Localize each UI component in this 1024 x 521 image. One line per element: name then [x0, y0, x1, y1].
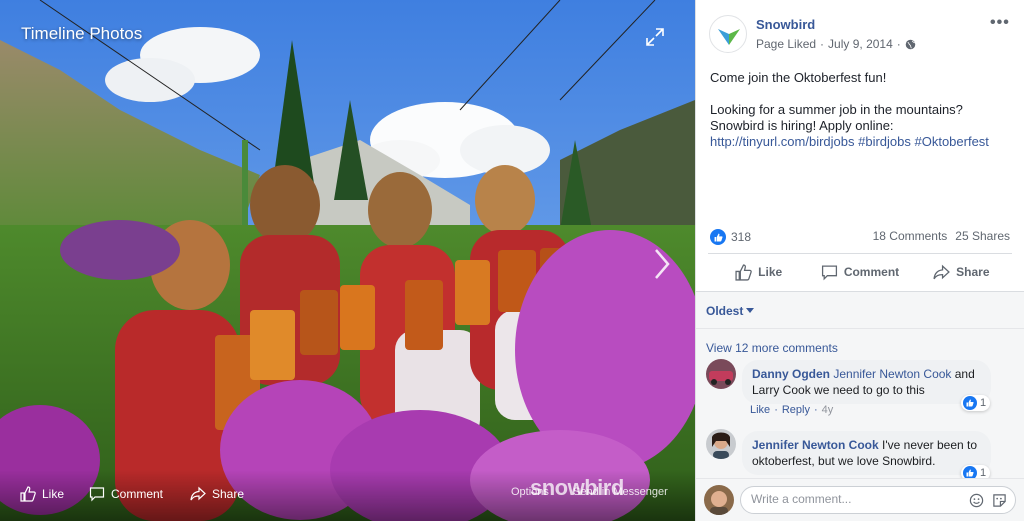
photo-comment-button[interactable]: Comment [89, 484, 163, 504]
comment-bubble-2: Jennifer Newton Cook I've never been to … [742, 431, 991, 475]
link-separator-2: · [813, 404, 818, 416]
write-comment-row [696, 478, 1024, 521]
comment-author[interactable]: Danny Ogden [752, 367, 830, 381]
post-hashtags[interactable]: #birdjobs #Oktoberfest [855, 134, 989, 149]
photo-title: Timeline Photos [21, 24, 143, 43]
post-date[interactable]: July 9, 2014 [828, 37, 893, 51]
reaction-count: 318 [731, 230, 752, 244]
current-user-avatar[interactable] [704, 485, 734, 515]
share-label: Share [956, 265, 990, 279]
page-name-link[interactable]: Snowbird [756, 17, 815, 32]
photo-viewer: Timeline Photos Like Comment Share Optio… [0, 0, 1024, 521]
more-icon[interactable]: ••• [990, 14, 1010, 32]
comment-reaction-number: 1 [980, 397, 987, 409]
post-paragraph-2: Looking for a summer job in the mountain… [710, 102, 1014, 150]
post-body: Come join the Oktoberfest fun! Looking f… [710, 70, 1014, 166]
comment-input[interactable] [751, 492, 961, 506]
view-more-comments-link[interactable]: View 12 more comments [706, 341, 838, 355]
emoji-icon[interactable] [969, 493, 984, 508]
comment-bubble: Danny Ogden Jennifer Newton Cook and Lar… [742, 360, 991, 404]
post-meta: Page Liked · July 9, 2014 · [756, 37, 916, 51]
like-label: Like [758, 265, 783, 279]
comment-time[interactable]: 4y [822, 404, 834, 416]
comment-mention[interactable]: Jennifer Newton Cook [833, 367, 951, 381]
photo-like-label: Like [42, 487, 65, 501]
link-separator: · [774, 404, 778, 416]
comment-reaction-count[interactable]: 1 [961, 395, 991, 411]
comment-label: Comment [843, 265, 900, 279]
share-button[interactable]: Share [911, 254, 1012, 290]
comment-icon [89, 487, 105, 502]
like-icon [20, 486, 36, 502]
reaction-summary[interactable]: 318 [710, 229, 751, 245]
post-side-panel: Snowbird Page Liked · July 9, 2014 · •••… [695, 0, 1024, 521]
expand-icon[interactable] [645, 27, 665, 47]
like-icon [735, 263, 752, 281]
globe-icon [905, 39, 916, 49]
like-button[interactable]: Like [708, 254, 809, 290]
photo-like-button[interactable]: Like [20, 484, 64, 504]
snowbird-watermark: snowbird [530, 475, 624, 500]
sort-label: Oldest [706, 304, 744, 318]
comment-avatar-jennifer[interactable] [706, 429, 736, 459]
share-icon [933, 264, 951, 279]
comment-icon [821, 264, 837, 280]
photo-share-button[interactable]: Share [190, 484, 244, 504]
comment-button[interactable]: Comment [809, 254, 910, 290]
shares-count-link[interactable]: 25 Shares [955, 229, 1010, 243]
snowbird-logo-icon [718, 29, 740, 45]
post-link[interactable]: http://tinyurl.com/birdjobs [710, 134, 855, 149]
meta-separator-2: · [896, 37, 901, 51]
post-action-bar: Like Comment Share [708, 254, 1012, 290]
comments-count-link[interactable]: 18 Comments [873, 229, 948, 243]
comment-input-box[interactable] [740, 486, 1016, 514]
like-reaction-icon [963, 396, 977, 410]
photo-pane[interactable]: Timeline Photos Like Comment Share Optio… [0, 0, 695, 521]
comment-like-link[interactable]: Like [750, 404, 770, 416]
next-arrow-icon[interactable] [650, 246, 674, 282]
comment-author-2[interactable]: Jennifer Newton Cook [752, 438, 879, 452]
share-icon [190, 486, 206, 501]
engagement-counts: 18 Comments 25 Shares [873, 229, 1010, 243]
page-liked-status: Page Liked [756, 37, 817, 51]
photo-share-label: Share [212, 487, 245, 501]
post-line-2: Looking for a summer job in the mountain… [710, 102, 963, 133]
comments-divider [696, 328, 1024, 329]
caret-down-icon [746, 308, 755, 313]
page-avatar[interactable] [709, 15, 747, 53]
meta-separator: · [820, 37, 825, 51]
like-reaction-icon [710, 229, 726, 245]
comment-sort-dropdown[interactable]: Oldest [706, 304, 755, 318]
oktoberfest-photo [0, 0, 695, 521]
sticker-icon[interactable] [992, 493, 1007, 508]
post-line-1: Come join the Oktoberfest fun! [710, 70, 887, 85]
photo-comment-label: Comment [111, 487, 164, 501]
comment-avatar-danny[interactable] [706, 359, 736, 389]
comment-actions: Like · Reply · 4y [750, 404, 833, 416]
comment-reply-link[interactable]: Reply [782, 404, 810, 416]
